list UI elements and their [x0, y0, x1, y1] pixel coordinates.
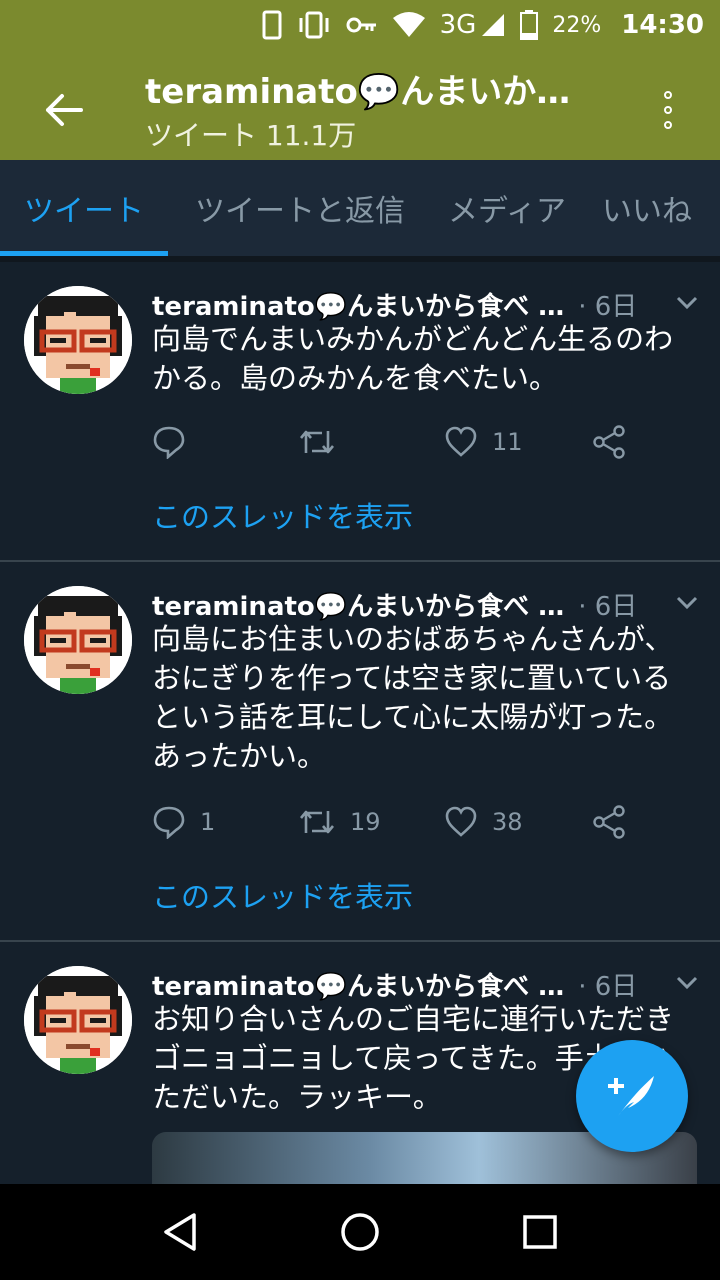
tweet-actions: 1 19 38	[152, 802, 652, 842]
retweet-icon	[300, 430, 334, 454]
nav-home-button[interactable]	[332, 1204, 388, 1260]
clock: 14:30	[621, 10, 704, 40]
share-icon	[593, 805, 625, 839]
back-button[interactable]	[36, 82, 92, 138]
more-options-button[interactable]	[648, 80, 688, 140]
avatar[interactable]	[24, 586, 132, 694]
profile-title: teraminato💬んまいか…	[145, 72, 571, 112]
chevron-down-icon[interactable]	[672, 968, 702, 998]
nav-back-button[interactable]	[152, 1204, 208, 1260]
avatar[interactable]	[24, 286, 132, 394]
heart-icon	[445, 426, 477, 457]
reply-button[interactable]	[152, 422, 200, 462]
key-icon	[346, 15, 378, 35]
reply-icon	[153, 806, 185, 839]
tab-tweets-and-replies[interactable]: ツイートと返信	[168, 160, 432, 256]
tab-media[interactable]: メディア	[432, 160, 582, 256]
avatar[interactable]	[24, 966, 132, 1074]
more-dot	[664, 106, 672, 114]
retweet-icon	[300, 810, 334, 834]
tweet[interactable]: teraminato💬んまいから食べ … · 6日 向島にお住まいのおばあちゃん…	[0, 562, 720, 942]
tweet-text: 向島でんまいみかんがどんどん生るのわかる。島のみかんを食べたい。	[152, 322, 674, 395]
nav-recents-button[interactable]	[512, 1204, 568, 1260]
show-thread-link[interactable]: このスレッドを表示	[152, 874, 413, 916]
battery-percent: 22%	[552, 12, 602, 38]
status-bar: 3G 22% 14:30	[0, 0, 720, 50]
tab-tweets[interactable]: ツイート	[0, 160, 168, 256]
vibrate-icon	[296, 10, 332, 40]
tweet-count: ツイート 11.1万	[145, 119, 357, 152]
like-count: 11	[492, 428, 523, 456]
battery-icon	[520, 10, 539, 40]
circle-home-icon	[341, 1213, 379, 1251]
chevron-down-icon[interactable]	[672, 288, 702, 318]
heart-icon	[445, 806, 477, 837]
network-label: 3G	[439, 10, 477, 40]
display-name[interactable]: teraminato💬んまいから食べ …	[152, 286, 564, 323]
more-dot	[664, 121, 672, 129]
tweet[interactable]: teraminato💬んまいから食べ … · 6日 向島でんまいみかんがどんどん…	[0, 262, 720, 562]
tweet-header: teraminato💬んまいから食べ … · 6日	[152, 584, 702, 624]
system-nav-bar	[0, 1184, 720, 1280]
share-button[interactable]	[592, 422, 626, 462]
compose-tweet-icon	[608, 1076, 654, 1116]
retweet-button[interactable]	[298, 422, 350, 462]
timestamp[interactable]: · 6日	[578, 586, 637, 623]
tweet-header: teraminato💬んまいから食べ … · 6日	[152, 284, 702, 324]
network-type: 3G	[440, 10, 507, 40]
triangle-back-icon	[164, 1213, 196, 1251]
wifi-icon	[392, 12, 426, 38]
retweet-button[interactable]: 19	[298, 802, 381, 842]
like-count: 38	[492, 808, 523, 836]
share-button[interactable]	[592, 802, 626, 842]
profile-tabs: ツイート ツイートと返信 メディア いいね	[0, 160, 720, 256]
show-thread-link[interactable]: このスレッドを表示	[152, 494, 413, 536]
share-icon	[593, 425, 625, 459]
display-name[interactable]: teraminato💬んまいから食べ …	[152, 586, 564, 623]
retweet-count: 19	[350, 808, 381, 836]
compose-tweet-button[interactable]	[576, 1040, 688, 1152]
timestamp[interactable]: · 6日	[578, 966, 637, 1003]
arrow-left-icon	[46, 94, 83, 126]
reply-button[interactable]: 1	[152, 802, 215, 842]
square-recents-icon	[523, 1215, 557, 1249]
tweet-header: teraminato💬んまいから食べ … · 6日	[152, 964, 702, 1004]
tweet-text: 向島にお住まいのおばあちゃんさんが、おにぎりを作っては空き家に置いているという話…	[152, 622, 674, 773]
reply-count: 1	[200, 808, 216, 836]
like-button[interactable]: 38	[444, 802, 523, 842]
timestamp[interactable]: · 6日	[578, 286, 637, 323]
more-vertical-icon	[664, 91, 672, 99]
reply-icon	[153, 426, 185, 459]
chevron-down-icon[interactable]	[672, 588, 702, 618]
tweet-actions: 11	[152, 422, 652, 462]
phone-icon	[262, 10, 282, 40]
like-button[interactable]: 11	[444, 422, 523, 462]
tab-likes[interactable]: いいね	[582, 160, 720, 256]
app-bar: teraminato💬んまいか… ツイート 11.1万	[0, 50, 720, 160]
display-name[interactable]: teraminato💬んまいから食べ …	[152, 966, 564, 1003]
